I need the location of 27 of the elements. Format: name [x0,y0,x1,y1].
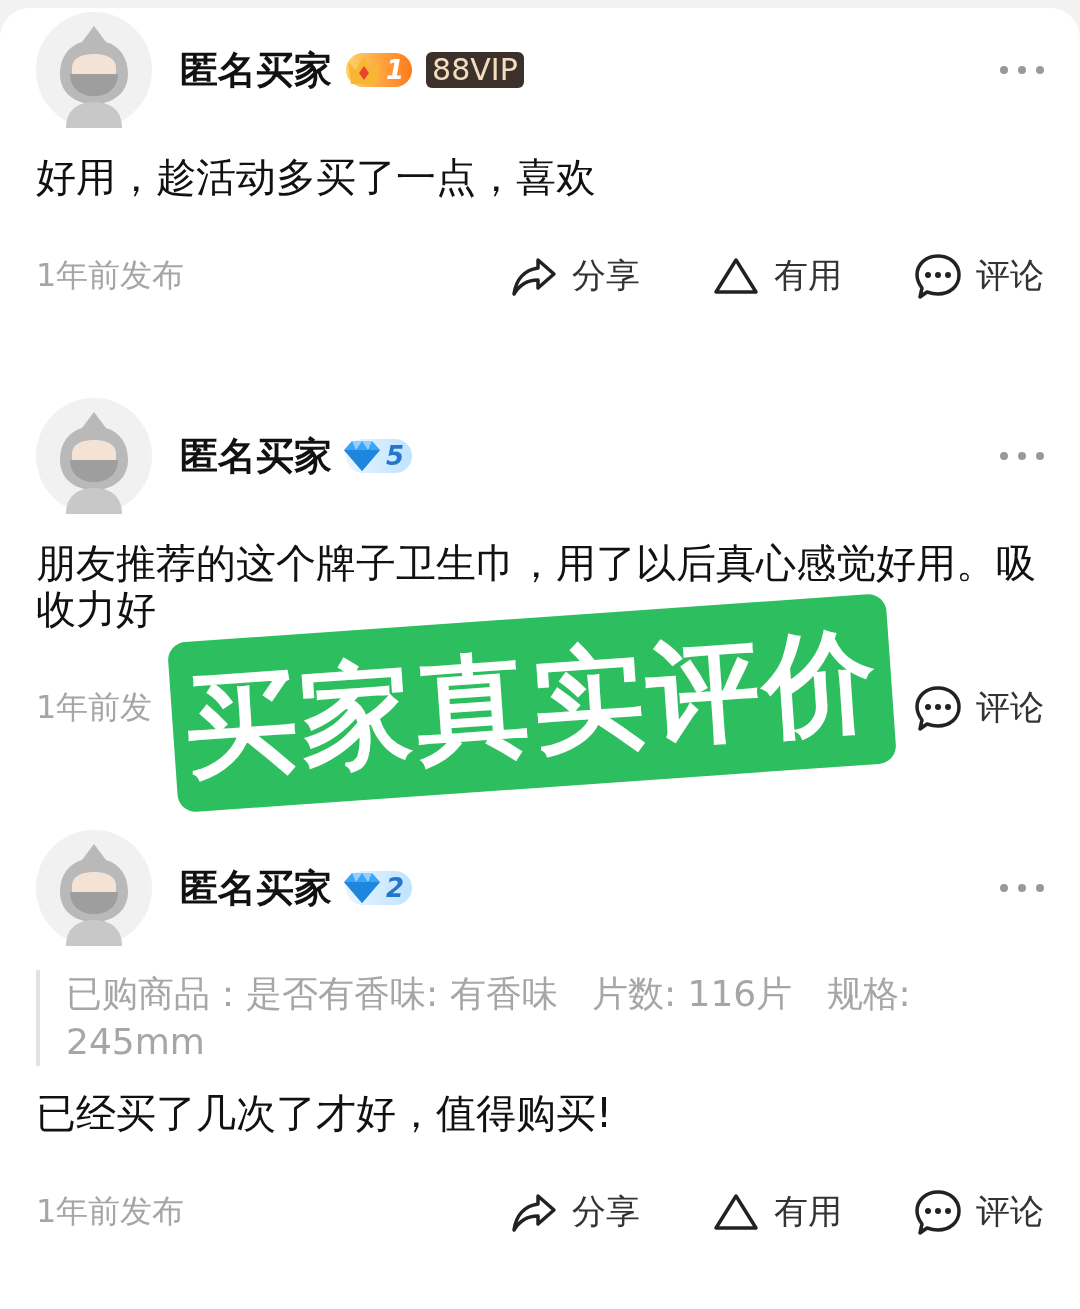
level-badge: 5 [346,439,413,473]
purchase-info: 已购商品：是否有香味: 有香味 片数: 116片 规格: 245mm [36,970,984,1066]
author-name: 匿名买家 [180,46,332,94]
diamond-icon [342,871,382,905]
comment-button[interactable]: 评论 [914,684,1044,732]
comment-button[interactable]: 评论 [914,1188,1044,1236]
diamond-icon [342,439,382,473]
comment-icon [914,252,962,300]
post-time: 1年前发布 [36,255,185,296]
review-text: 已经买了几次了才好，值得购买! [36,1090,614,1136]
comment-button[interactable]: 评论 [914,252,1044,300]
post-time: 1年前发布 [36,1191,185,1232]
vip-badge: 88VIP [426,52,524,88]
author-name: 匿名买家 [180,432,332,480]
author-name: 匿名买家 [180,864,332,912]
share-button[interactable]: 分享 [510,252,640,300]
post-time: 1年前发 [36,687,153,728]
useful-button[interactable]: 有用 [712,252,842,300]
comment-icon [914,1188,962,1236]
useful-button[interactable]: 有用 [712,1188,842,1236]
comment-icon [914,684,962,732]
share-button[interactable]: 分享 [510,1188,640,1236]
level-badge: 2 [346,871,413,905]
level-badge: 1 [346,53,413,87]
review-text: 好用，趁活动多买了一点，喜欢 [36,154,597,200]
crown-icon [346,54,382,86]
sticker-banner: 买家真实评价 [166,593,898,813]
